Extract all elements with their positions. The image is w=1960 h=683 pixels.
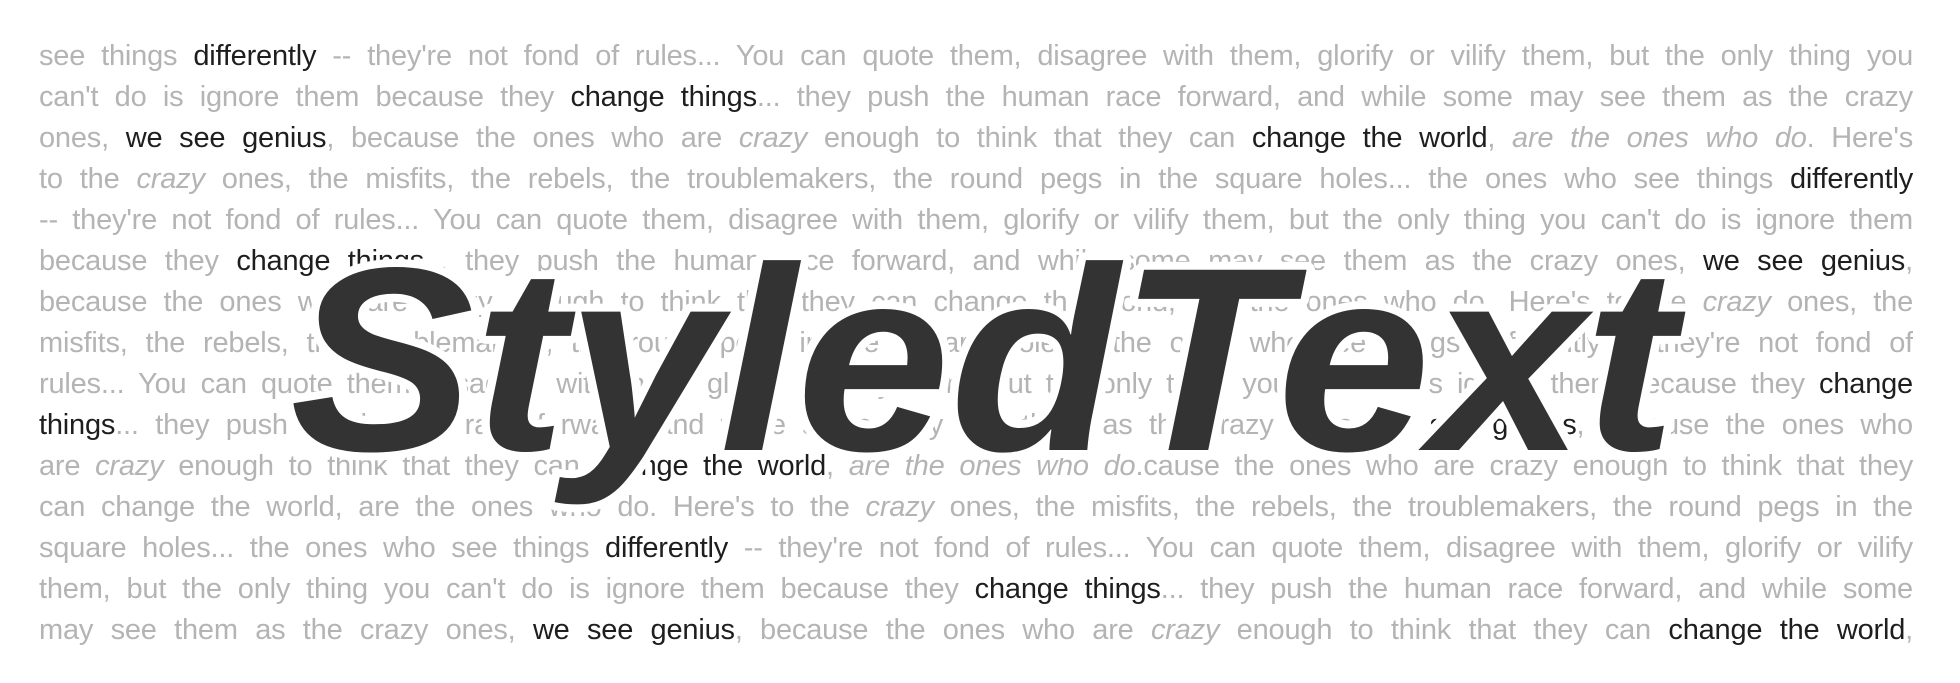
paragraph-line: to the crazy ones, the misfits, the rebe… (39, 159, 1913, 200)
emphasis-phrase: change the world (594, 450, 827, 482)
body-phrase: may see them as the crazy ones, (39, 614, 533, 646)
body-phrase: -- they're not fond of rules... You can … (728, 532, 1913, 564)
body-phrase: enough to think that they can (163, 450, 595, 482)
emphasis-phrase: we see genius (125, 122, 327, 154)
body-phrase: . Here's (1806, 122, 1913, 154)
body-phrase: ... they push the human race forward, an… (756, 81, 1913, 113)
body-phrase: to the (39, 163, 137, 195)
emphasis-phrase: change (1819, 368, 1913, 400)
paragraph-line: can change the world, are the ones who d… (39, 487, 1913, 528)
paragraph-line: ones, we see genius, because the ones wh… (39, 118, 1913, 159)
italic-phrase: crazy (136, 163, 205, 195)
body-phrase: ones, the (1770, 286, 1913, 318)
body-phrase: , because the ones who (1576, 409, 1913, 441)
paragraph-line: see things differently -- they're not fo… (39, 36, 1913, 77)
italic-phrase: crazy (865, 491, 934, 523)
body-phrase: see things (39, 40, 194, 72)
body-phrase: them, but the only thing you can't do is… (39, 573, 975, 605)
body-phrase: enough to think that they can (807, 122, 1252, 154)
background-paragraph: see things differently -- they're not fo… (39, 36, 1913, 651)
body-phrase: enough to think that they can (1219, 614, 1669, 646)
body-phrase: square holes... the ones who see things (39, 532, 606, 564)
paragraph-line: -- they're not fond of rules... You can … (39, 200, 1913, 241)
paragraph-line: can't do is ignore them because they cha… (39, 77, 1913, 118)
paragraph-line: may see them as the crazy ones, we see g… (39, 610, 1913, 651)
italic-phrase: crazy (738, 122, 808, 154)
emphasis-phrase: differently (1790, 163, 1913, 195)
italic-phrase: crazy (1150, 614, 1220, 646)
body-phrase: ones, the misfits, the rebels, the troub… (204, 163, 1790, 195)
body-phrase: , (826, 450, 849, 482)
paragraph-line: things... they push the human race forwa… (39, 405, 1913, 446)
emphasis-phrase: we see genius (1376, 409, 1577, 441)
body-phrase: , because the ones who are (734, 614, 1151, 646)
emphasis-phrase: differently (605, 532, 729, 564)
body-phrase: can't do is ignore them because they (39, 81, 571, 113)
body-phrase: ... they push the human race forward, an… (423, 245, 1703, 277)
paragraph-line: because they change things... they push … (39, 241, 1913, 282)
emphasis-phrase: change the world (1668, 614, 1906, 646)
body-phrase: .cause the ones who are crazy enough to … (1135, 450, 1914, 482)
body-phrase: , (1905, 614, 1913, 646)
body-phrase: , because the ones who are (326, 122, 739, 154)
emphasis-phrase: change the world (1251, 122, 1488, 154)
body-phrase: can change the world, are the ones who d… (39, 491, 866, 523)
body-phrase: , (1905, 245, 1913, 277)
paragraph-line: square holes... the ones who see things … (39, 528, 1913, 569)
italic-phrase: crazy (1702, 286, 1771, 318)
body-phrase: -- they're not fond of rules... You can … (316, 40, 1913, 72)
body-phrase: ones, the misfits, the rebels, the troub… (933, 491, 1913, 523)
emphasis-phrase: differently (193, 40, 317, 72)
body-phrase: ... they push the human race forward, an… (115, 409, 1377, 441)
italic-phrase: are the ones who do (848, 450, 1136, 482)
paragraph-line: rules... You can quote them, disagree wi… (39, 364, 1913, 405)
paragraph-line: misfits, the rebels, the troublemakers, … (39, 323, 1913, 364)
paragraph-line: them, but the only thing you can't do is… (39, 569, 1913, 610)
body-phrase: -- they're not fond of rules... You can … (39, 204, 1913, 236)
body-phrase: misfits, the rebels, the troublemakers, … (39, 327, 1913, 359)
emphasis-phrase: change things (974, 573, 1161, 605)
emphasis-phrase: change things (570, 81, 757, 113)
body-phrase: rules... You can quote them, disagree wi… (39, 368, 1820, 400)
italic-phrase: crazy (95, 450, 164, 482)
emphasis-phrase: we see genius (532, 614, 735, 646)
emphasis-phrase: things (39, 409, 116, 441)
italic-phrase: are the ones who do (1512, 122, 1807, 154)
body-phrase: because they (39, 245, 237, 277)
body-phrase: because the ones who are crazy enough to… (39, 286, 1703, 318)
body-phrase: are (39, 450, 96, 482)
paragraph-line: because the ones who are crazy enough to… (39, 282, 1913, 323)
body-phrase: ones, (39, 122, 126, 154)
emphasis-phrase: we see genius (1702, 245, 1906, 277)
body-phrase: , (1487, 122, 1513, 154)
emphasis-phrase: change things (236, 245, 424, 277)
body-phrase: ... they push the human race forward, an… (1160, 573, 1913, 605)
styled-text-canvas: see things differently -- they're not fo… (0, 0, 1960, 683)
paragraph-line: are crazy enough to think that they can … (39, 446, 1913, 487)
